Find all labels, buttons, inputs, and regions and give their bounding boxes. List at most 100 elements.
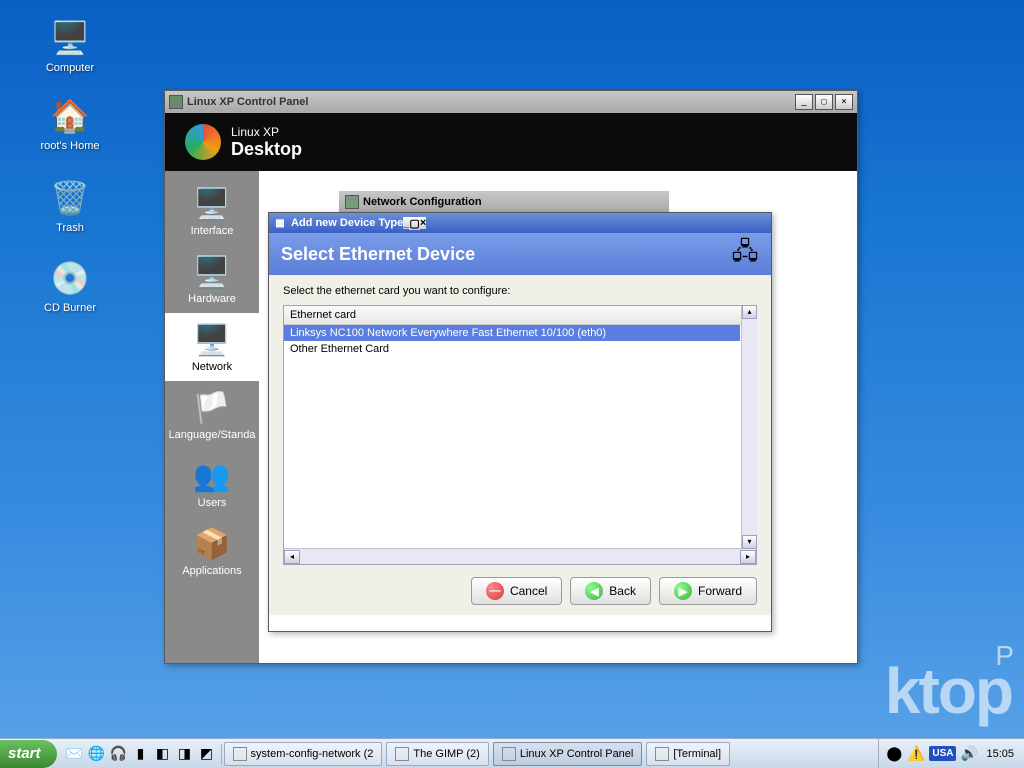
window-icon bbox=[169, 95, 183, 109]
dialog-titlebar[interactable]: ▦ Add new Device Type _ ▢ × bbox=[269, 213, 771, 233]
sidebar-item-label: Interface bbox=[191, 225, 234, 237]
users-icon: 👥 bbox=[189, 457, 235, 495]
window-icon: ▦ bbox=[273, 216, 287, 230]
logo-line2: Desktop bbox=[231, 139, 302, 160]
cd-icon: 💿 bbox=[50, 258, 90, 298]
maximize-button[interactable]: ▢ bbox=[815, 94, 833, 110]
app-icon bbox=[395, 747, 409, 761]
control-panel-titlebar[interactable]: Linux XP Control Panel _ ▢ × bbox=[165, 91, 857, 113]
sidebar-item-network[interactable]: 🖥️Network bbox=[165, 313, 259, 381]
close-button[interactable]: × bbox=[420, 217, 426, 229]
close-button[interactable]: × bbox=[835, 94, 853, 110]
window-icon bbox=[345, 195, 359, 209]
monitor-icon: 🖥️ bbox=[189, 185, 235, 223]
ethernet-card-list: Ethernet card Linksys NC100 Network Ever… bbox=[283, 305, 757, 565]
desktop-icon-label: root's Home bbox=[30, 140, 110, 152]
trash-icon: 🗑️ bbox=[50, 178, 90, 218]
terminal-icon[interactable]: ▮ bbox=[131, 744, 151, 764]
app-icon bbox=[502, 747, 516, 761]
cancel-button[interactable]: — Cancel bbox=[471, 577, 562, 605]
scroll-right-button[interactable]: ▸ bbox=[740, 550, 756, 564]
logo-line1: Linux XP bbox=[231, 125, 302, 139]
desktop-icon-computer[interactable]: 🖥️ Computer bbox=[30, 18, 110, 74]
task-label: The GIMP (2) bbox=[413, 748, 479, 760]
horizontal-scrollbar[interactable]: ◂ ▸ bbox=[284, 548, 756, 564]
vertical-scrollbar[interactable]: ▴ ▾ bbox=[741, 305, 757, 549]
taskbar-task[interactable]: The GIMP (2) bbox=[386, 742, 488, 766]
window-title: Linux XP Control Panel bbox=[187, 96, 793, 108]
task-label: Linux XP Control Panel bbox=[520, 748, 634, 760]
network-config-titlebar[interactable]: Network Configuration bbox=[339, 191, 669, 213]
computer-icon: 🖥️ bbox=[50, 18, 90, 58]
dialog-title: Add new Device Type bbox=[291, 217, 403, 229]
clock[interactable]: 15:05 bbox=[982, 748, 1018, 760]
app-icon bbox=[233, 747, 247, 761]
taskbar-task[interactable]: Linux XP Control Panel bbox=[493, 742, 643, 766]
forward-icon: ▶ bbox=[674, 582, 692, 600]
desktop-icon-label: Computer bbox=[30, 62, 110, 74]
home-icon: 🏠 bbox=[50, 96, 90, 136]
control-panel-sidebar: 🖥️ Interface 🖥️ Hardware 🖥️Network 🏳️ Langu… bbox=[165, 171, 259, 663]
browser-icon[interactable]: 🌐 bbox=[87, 744, 107, 764]
button-label: Back bbox=[609, 584, 636, 598]
logo-icon bbox=[185, 124, 221, 160]
warning-icon[interactable]: ⚠️ bbox=[907, 745, 925, 763]
volume-icon[interactable]: 🔊 bbox=[960, 745, 978, 763]
task-label: system-config-network (2 bbox=[251, 748, 374, 760]
taskbar-task[interactable]: system-config-network (2 bbox=[224, 742, 383, 766]
list-column-header[interactable]: Ethernet card bbox=[284, 306, 756, 325]
minimize-button[interactable]: _ bbox=[795, 94, 813, 110]
sidebar-item-interface[interactable]: 🖥️ Interface bbox=[165, 177, 259, 245]
dialog-instruction: Select the ethernet card you want to con… bbox=[283, 285, 757, 297]
quick-launch: ✉️ 🌐 🎧 ▮ ◧ ◨ ◩ bbox=[61, 744, 222, 764]
taskbar: start ✉️ 🌐 🎧 ▮ ◧ ◨ ◩ system-config-netwo… bbox=[0, 738, 1024, 768]
sidebar-item-hardware[interactable]: 🖥️ Hardware bbox=[165, 245, 259, 313]
window-title: Network Configuration bbox=[363, 196, 482, 208]
flag-icon: 🏳️ bbox=[189, 389, 235, 427]
app-icon[interactable]: ◩ bbox=[197, 744, 217, 764]
network-config-window: Network Configuration bbox=[339, 191, 669, 213]
network-card-icon: 🖧 bbox=[731, 240, 759, 268]
cancel-icon: — bbox=[486, 582, 504, 600]
forward-button[interactable]: ▶Forward bbox=[659, 577, 757, 605]
desktop-icon-trash[interactable]: 🗑️ Trash bbox=[30, 178, 110, 234]
tray-icon[interactable]: ⬤ bbox=[885, 745, 903, 763]
sidebar-item-label: Hardware bbox=[188, 293, 236, 305]
hardware-icon: 🖥️ bbox=[189, 253, 235, 291]
add-device-dialog: ▦ Add new Device Type _ ▢ × Select Ether… bbox=[268, 212, 772, 632]
desktop-icon-home[interactable]: 🏠 root's Home bbox=[30, 96, 110, 152]
maximize-button[interactable]: ▢ bbox=[409, 217, 419, 230]
sidebar-item-users[interactable]: 👥 Users bbox=[165, 449, 259, 517]
sidebar-item-label: Language/Standa bbox=[169, 429, 256, 441]
button-label: Cancel bbox=[510, 584, 547, 598]
sidebar-item-label: Applications bbox=[182, 565, 241, 577]
app-icon[interactable]: ◨ bbox=[175, 744, 195, 764]
task-label: [Terminal] bbox=[673, 748, 721, 760]
system-tray: ⬤ ⚠️ USA 🔊 15:05 bbox=[878, 739, 1024, 768]
list-row[interactable]: Other Ethernet Card bbox=[284, 341, 740, 357]
desktop-watermark: P ktop bbox=[885, 640, 1012, 728]
back-button[interactable]: ◀ Back bbox=[570, 577, 651, 605]
app-icon bbox=[655, 747, 669, 761]
desktop-icon-cdburner[interactable]: 💿 CD Burner bbox=[30, 258, 110, 314]
scroll-down-button[interactable]: ▾ bbox=[742, 535, 757, 549]
sidebar-item-applications[interactable]: 📦 Applications bbox=[165, 517, 259, 585]
sidebar-item-label: Users bbox=[198, 497, 227, 509]
sidebar-item-language[interactable]: 🏳️ Language/Standa bbox=[165, 381, 259, 449]
taskbar-task[interactable]: [Terminal] bbox=[646, 742, 730, 766]
list-row[interactable]: Linksys NC100 Network Everywhere Fast Et… bbox=[284, 325, 740, 341]
control-panel-header: Linux XP Desktop bbox=[165, 113, 857, 171]
headphones-icon[interactable]: 🎧 bbox=[109, 744, 129, 764]
language-indicator[interactable]: USA bbox=[929, 746, 956, 761]
mail-icon[interactable]: ✉️ bbox=[65, 744, 85, 764]
back-icon: ◀ bbox=[585, 582, 603, 600]
package-icon: 📦 bbox=[189, 525, 235, 563]
scroll-up-button[interactable]: ▴ bbox=[742, 305, 757, 319]
app-icon[interactable]: ◧ bbox=[153, 744, 173, 764]
network-icon: 🖥️ bbox=[189, 321, 235, 359]
desktop-icon-label: Trash bbox=[30, 222, 110, 234]
scroll-left-button[interactable]: ◂ bbox=[284, 550, 300, 564]
banner-title: Select Ethernet Device bbox=[281, 244, 475, 265]
dialog-banner: Select Ethernet Device 🖧 bbox=[269, 233, 771, 275]
start-button[interactable]: start bbox=[0, 740, 57, 768]
